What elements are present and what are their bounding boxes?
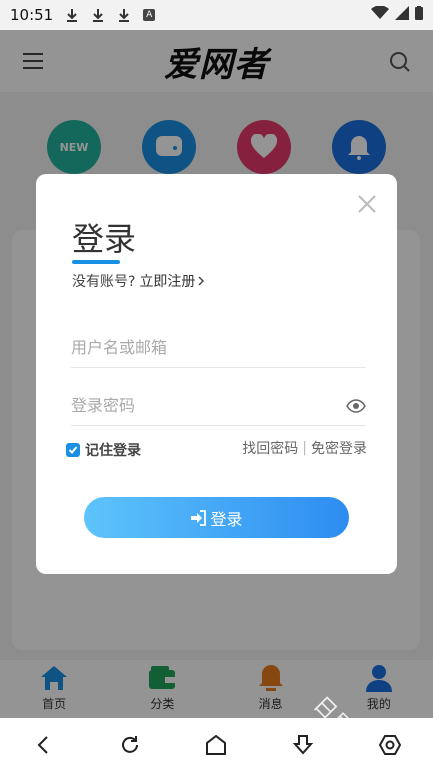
remember-label: 记住登录	[85, 443, 141, 459]
remember-login-row[interactable]: 记住登录	[66, 440, 141, 460]
status-right	[371, 5, 423, 24]
system-nav-bar	[0, 718, 433, 771]
help-links: 找回密码 | 免密登录	[242, 438, 367, 458]
title-underline	[72, 260, 120, 264]
refresh-icon[interactable]	[116, 731, 144, 759]
remember-checkbox[interactable]	[66, 443, 80, 457]
sign-in-icon	[190, 509, 207, 526]
download-icon	[91, 8, 105, 22]
login-button[interactable]: 登录	[84, 497, 349, 538]
login-modal: 登录 没有账号? 立即注册 记住登录 找回密码 | 免密登录 登录	[36, 174, 397, 574]
username-input[interactable]	[71, 337, 366, 357]
back-icon[interactable]	[29, 731, 57, 759]
a-notification-icon: A	[143, 9, 156, 21]
wifi-icon	[371, 5, 389, 24]
chevron-right-icon	[198, 276, 205, 286]
password-input[interactable]	[71, 395, 346, 415]
home-nav-icon[interactable]	[202, 731, 230, 759]
status-time: 10:51	[10, 6, 54, 24]
register-link[interactable]: 立即注册	[139, 271, 195, 291]
download-icon	[117, 8, 131, 22]
no-account-text: 没有账号?	[72, 274, 136, 290]
a-badge-text: A	[146, 10, 153, 20]
download-icon	[65, 8, 79, 22]
status-bar: 10:51 A	[0, 0, 433, 30]
eye-icon[interactable]	[346, 398, 366, 413]
username-field-row	[71, 327, 366, 368]
download-nav-icon[interactable]	[289, 731, 317, 759]
battery-icon	[415, 6, 423, 24]
settings-nav-icon[interactable]	[376, 731, 404, 759]
link-separator: |	[302, 440, 307, 456]
login-title: 登录	[72, 220, 137, 258]
forgot-password-link[interactable]: 找回密码	[242, 438, 298, 458]
password-field-row	[71, 385, 366, 426]
quick-login-link[interactable]: 免密登录	[311, 438, 367, 458]
login-button-label: 登录	[210, 509, 243, 529]
signal-icon	[395, 6, 409, 24]
close-icon[interactable]	[357, 194, 377, 214]
no-account-row: 没有账号? 立即注册	[72, 271, 205, 291]
